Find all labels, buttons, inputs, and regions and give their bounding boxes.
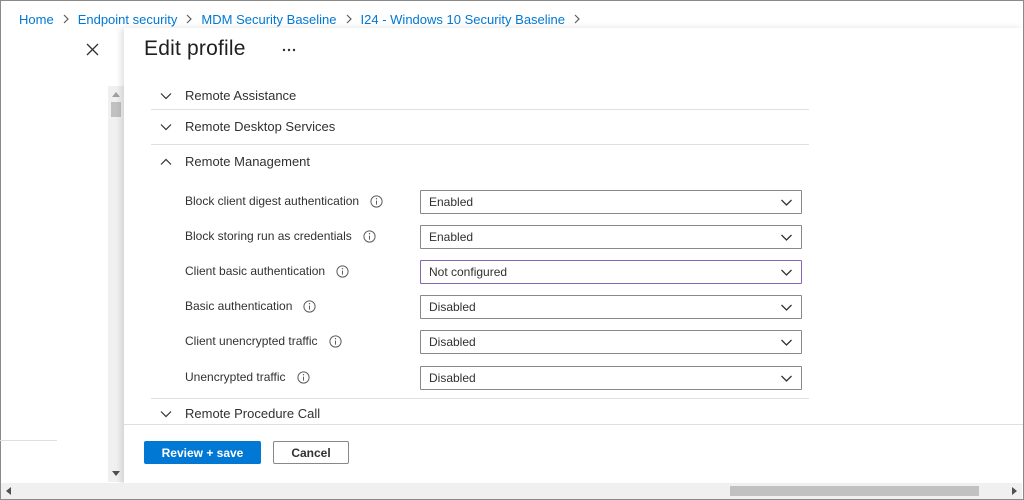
section-label: Remote Assistance xyxy=(185,88,297,103)
chevron-down-icon xyxy=(781,269,792,276)
section-remote-procedure-call[interactable]: Remote Procedure Call xyxy=(151,396,809,423)
chevron-down-icon xyxy=(159,407,173,421)
breadcrumb-mdm-security-baseline[interactable]: MDM Security Baseline xyxy=(201,12,336,27)
setting-dropdown[interactable]: Enabled xyxy=(420,190,802,214)
info-icon[interactable] xyxy=(296,370,310,384)
setting-dropdown[interactable]: Disabled xyxy=(420,366,802,390)
info-icon[interactable] xyxy=(336,264,349,278)
breadcrumb: Home Endpoint security MDM Security Base… xyxy=(19,10,589,28)
chevron-up-icon xyxy=(159,155,173,169)
breadcrumb-profile[interactable]: I24 - Windows 10 Security Baseline xyxy=(361,12,565,27)
vertical-scrollbar[interactable] xyxy=(108,86,124,482)
footer-divider xyxy=(124,424,1023,425)
chevron-down-icon xyxy=(781,304,792,311)
setting-label: Block client digest authentication xyxy=(185,194,360,208)
section-label: Remote Management xyxy=(185,154,311,169)
scroll-thumb[interactable] xyxy=(111,102,121,117)
setting-row-client-basic-auth: Client basic authentication Not configur… xyxy=(185,260,809,284)
chevron-right-icon xyxy=(573,14,581,24)
edit-profile-panel: Edit profile Remote Assistance Remote De… xyxy=(124,28,1023,486)
dropdown-value: Disabled xyxy=(429,371,476,385)
dropdown-value: Enabled xyxy=(429,230,474,244)
setting-row-basic-auth: Basic authentication Disabled xyxy=(185,295,809,319)
dropdown-value: Not configured xyxy=(429,265,508,279)
cancel-button[interactable]: Cancel xyxy=(273,441,349,464)
chevron-down-icon xyxy=(159,89,173,103)
setting-row-block-storing-run-as: Block storing run as credentials Enabled xyxy=(185,225,809,249)
dropdown-value: Disabled xyxy=(429,335,476,349)
chevron-down-icon xyxy=(781,199,792,206)
info-icon[interactable] xyxy=(328,334,342,348)
more-icon xyxy=(282,48,296,52)
breadcrumb-endpoint-security[interactable]: Endpoint security xyxy=(78,12,178,27)
setting-dropdown[interactable]: Disabled xyxy=(420,330,802,354)
scroll-left-icon[interactable] xyxy=(6,487,11,495)
scroll-up-icon[interactable] xyxy=(112,92,120,97)
setting-dropdown[interactable]: Enabled xyxy=(420,225,802,249)
left-divider xyxy=(0,440,57,441)
setting-row-client-unencrypted: Client unencrypted traffic Disabled xyxy=(185,330,809,354)
dropdown-value: Enabled xyxy=(429,195,474,209)
chevron-right-icon xyxy=(345,14,353,24)
setting-label: Client basic authentication xyxy=(185,264,326,278)
review-save-button[interactable]: Review + save xyxy=(144,441,261,464)
more-options-button[interactable] xyxy=(279,42,299,58)
setting-label: Basic authentication xyxy=(185,299,293,313)
section-label: Remote Desktop Services xyxy=(185,119,336,134)
setting-label: Block storing run as credentials xyxy=(185,229,352,243)
section-remote-management[interactable]: Remote Management xyxy=(151,144,809,179)
chevron-right-icon xyxy=(185,14,193,24)
setting-label: Unencrypted traffic xyxy=(185,370,286,384)
chevron-down-icon xyxy=(781,375,792,382)
breadcrumb-home[interactable]: Home xyxy=(19,12,54,27)
section-label: Remote Procedure Call xyxy=(185,406,321,421)
chevron-down-icon xyxy=(781,339,792,346)
horizontal-scrollbar[interactable] xyxy=(1,483,1022,499)
scroll-thumb[interactable] xyxy=(730,486,979,496)
scroll-down-icon[interactable] xyxy=(112,471,120,476)
dropdown-value: Disabled xyxy=(429,300,476,314)
section-remote-desktop-services[interactable]: Remote Desktop Services xyxy=(151,109,809,144)
setting-dropdown[interactable]: Not configured xyxy=(420,260,802,284)
info-icon[interactable] xyxy=(370,194,383,208)
setting-row-block-client-digest: Block client digest authentication Enabl… xyxy=(185,190,809,214)
page-title: Edit profile xyxy=(144,37,246,60)
scroll-right-icon[interactable] xyxy=(1012,487,1017,495)
info-icon[interactable] xyxy=(303,299,317,313)
setting-label: Client unencrypted traffic xyxy=(185,334,318,348)
setting-row-unencrypted-traffic: Unencrypted traffic Disabled xyxy=(185,366,809,390)
close-icon xyxy=(86,43,98,55)
close-button[interactable] xyxy=(82,39,102,59)
setting-dropdown[interactable]: Disabled xyxy=(420,295,802,319)
chevron-down-icon xyxy=(159,120,173,134)
chevron-right-icon xyxy=(62,14,70,24)
chevron-down-icon xyxy=(781,234,792,241)
settings-content: Remote Assistance Remote Desktop Service… xyxy=(151,78,811,423)
section-remote-assistance[interactable]: Remote Assistance xyxy=(151,78,809,113)
info-icon[interactable] xyxy=(363,229,376,243)
